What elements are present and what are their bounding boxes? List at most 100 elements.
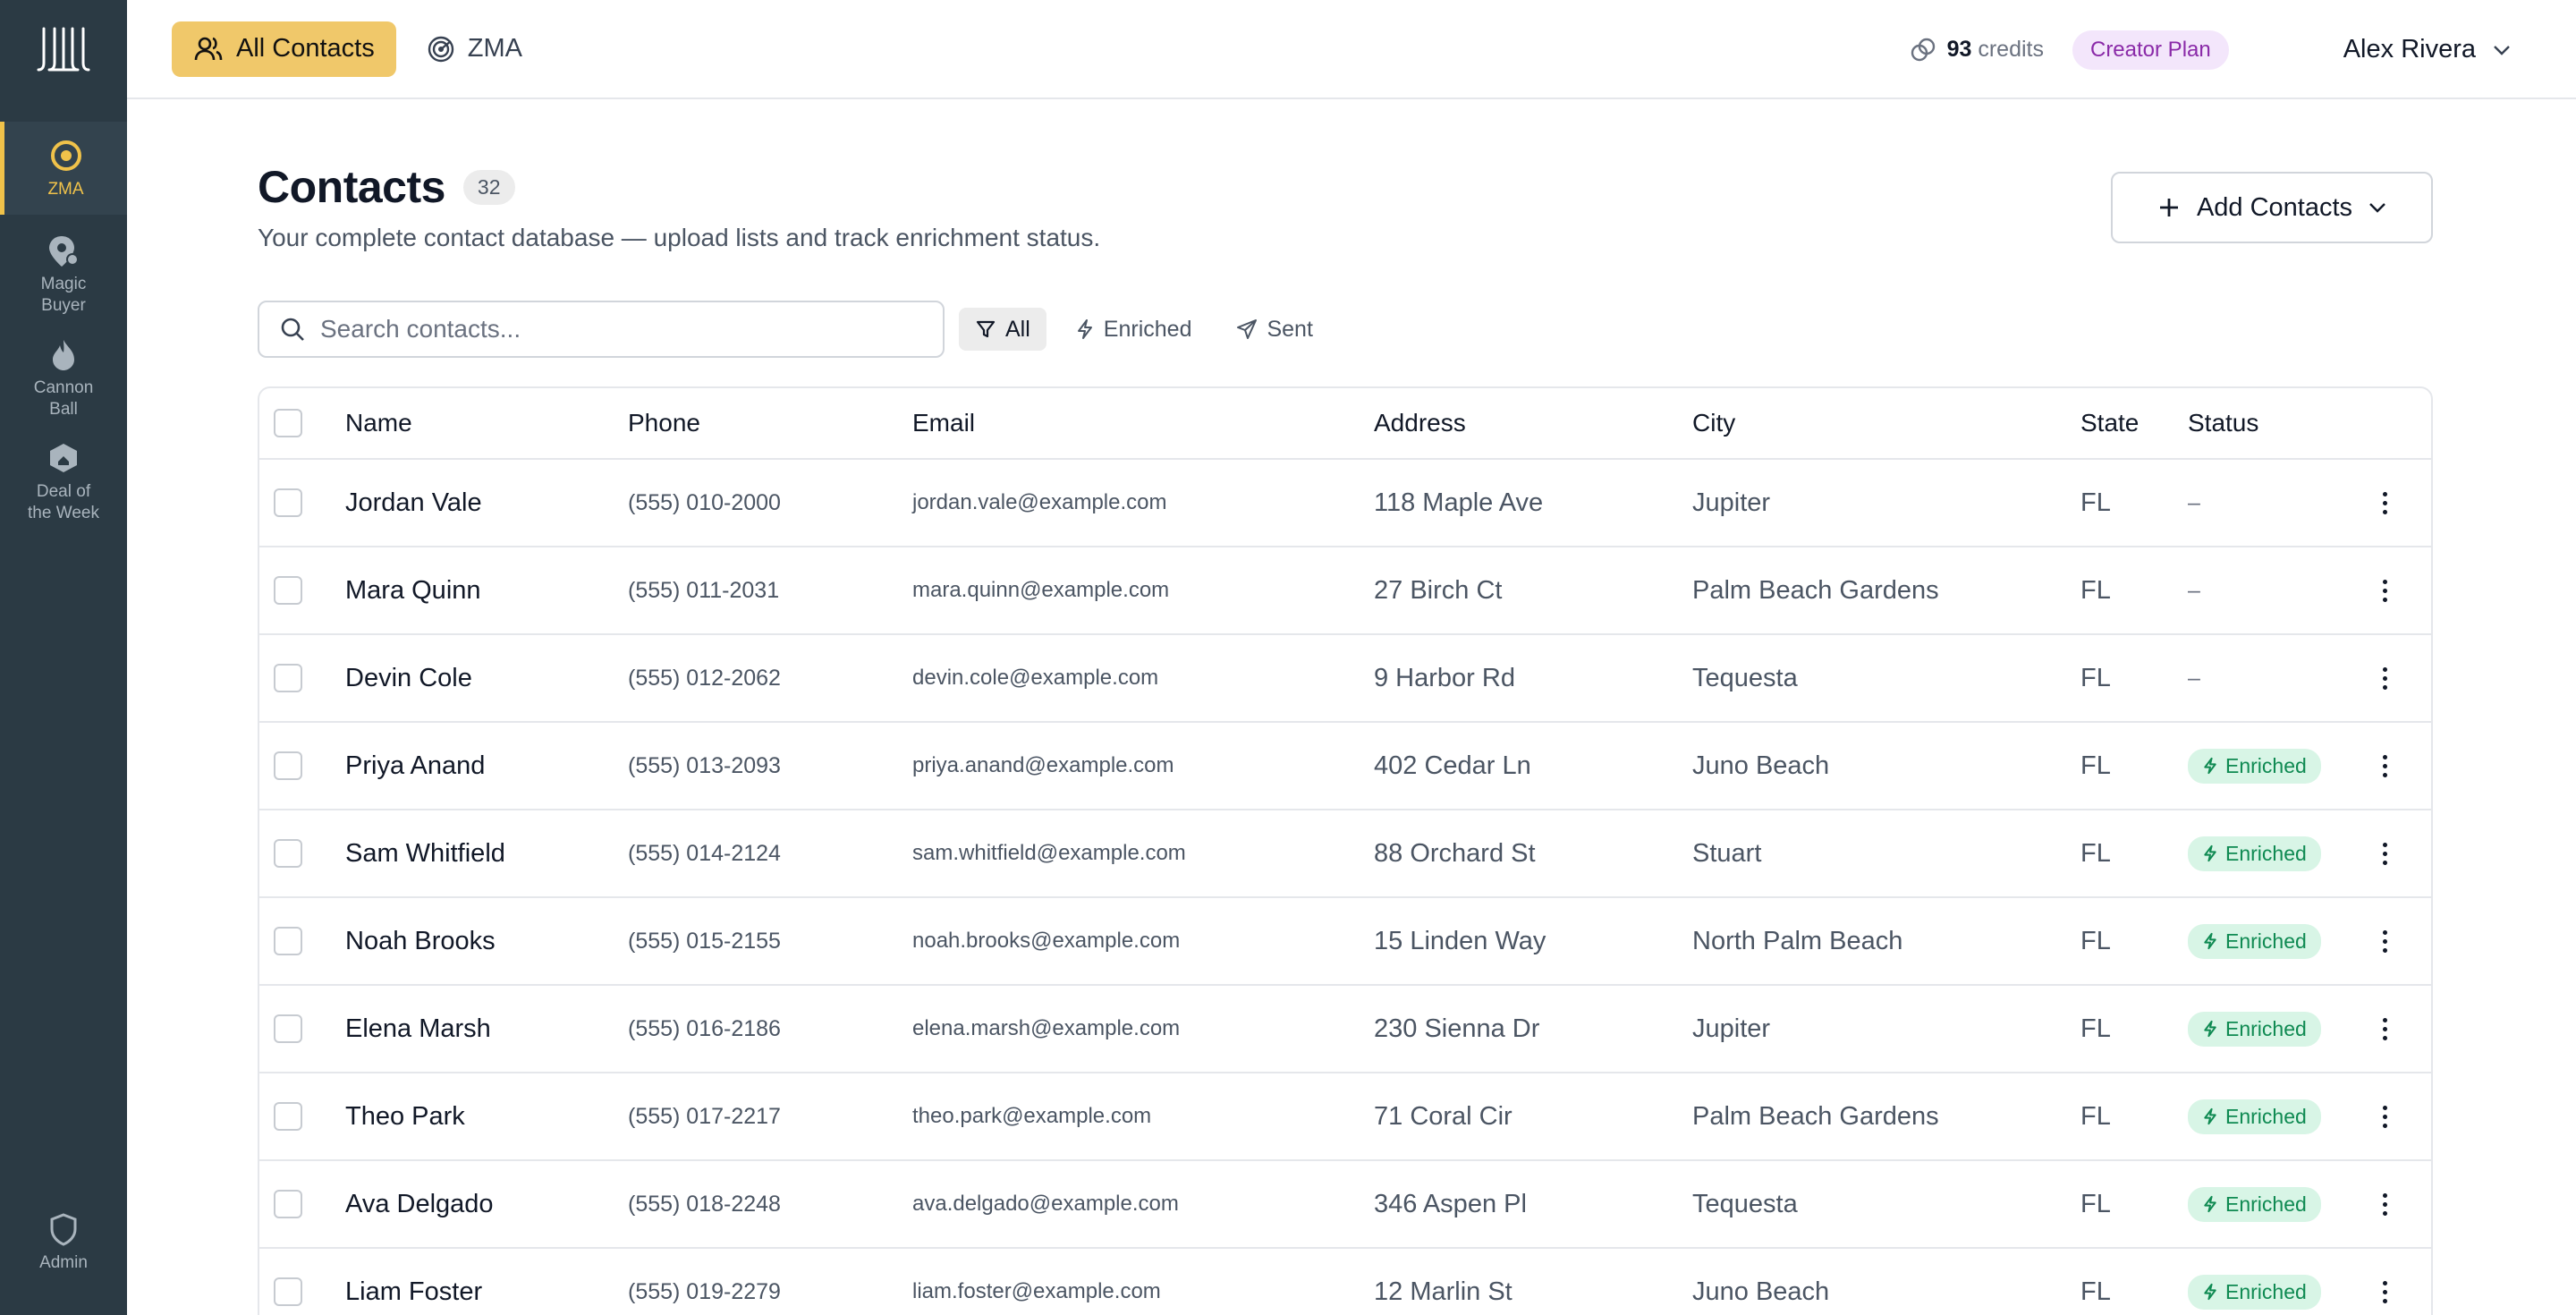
contact-address: 71 Coral Cir — [1374, 1101, 1513, 1131]
column-header-state[interactable]: State — [2080, 388, 2139, 458]
contact-status: Enriched — [2188, 1249, 2321, 1315]
table-row[interactable]: Noah Brooks (555) 015-2155 noah.brooks@e… — [259, 898, 2431, 986]
contact-status: Enriched — [2188, 723, 2321, 809]
row-checkbox[interactable] — [274, 1190, 302, 1218]
contact-status: – — [2188, 577, 2200, 603]
app-logo[interactable] — [0, 0, 127, 100]
column-header-city[interactable]: City — [1692, 388, 1735, 458]
row-actions-menu[interactable] — [2372, 1073, 2397, 1159]
contact-status: Enriched — [2188, 898, 2321, 984]
row-checkbox[interactable] — [274, 1277, 302, 1306]
row-select-cell — [274, 1161, 302, 1247]
row-checkbox[interactable] — [274, 1014, 302, 1043]
contact-address: 230 Sienna Dr — [1374, 1014, 1540, 1043]
contact-state: FL — [2080, 838, 2111, 868]
send-icon — [1237, 319, 1258, 339]
column-header-address[interactable]: Address — [1374, 388, 1466, 458]
more-vertical-icon — [2372, 1192, 2397, 1216]
table-row[interactable]: Liam Foster (555) 019-2279 liam.foster@e… — [259, 1249, 2431, 1315]
more-vertical-icon — [2372, 666, 2397, 690]
sidebar-item-cannon-ball[interactable]: Cannon Ball — [0, 326, 127, 429]
filter-label: Enriched — [1103, 316, 1192, 342]
table-row[interactable]: Jordan Vale (555) 010-2000 jordan.vale@e… — [259, 460, 2431, 547]
sidebar-item-deal-of-the-week[interactable]: Deal of the Week — [0, 429, 127, 533]
sidebar-item-zma[interactable]: ZMA — [0, 122, 127, 215]
table-row[interactable]: Priya Anand (555) 013-2093 priya.anand@e… — [259, 723, 2431, 810]
enriched-badge: Enriched — [2188, 836, 2321, 871]
row-actions-menu[interactable] — [2372, 460, 2397, 546]
row-checkbox[interactable] — [274, 839, 302, 868]
column-header-status[interactable]: Status — [2188, 388, 2258, 458]
filter-sent[interactable]: Sent — [1220, 308, 1328, 351]
sidebar-item-label: Magic Buyer — [40, 275, 87, 315]
row-checkbox[interactable] — [274, 664, 302, 692]
plus-icon — [2159, 199, 2178, 216]
row-actions-menu[interactable] — [2372, 723, 2397, 809]
add-contacts-button[interactable]: Add Contacts — [2111, 172, 2433, 243]
credits-value: 93 — [1946, 37, 1972, 62]
sidebar-item-admin[interactable]: Admin — [0, 1200, 127, 1283]
status-label: Enriched — [2225, 841, 2307, 865]
sidebar-item-magic-buyer[interactable]: Magic Buyer — [0, 222, 127, 326]
table-row[interactable]: Theo Park (555) 017-2217 theo.park@examp… — [259, 1073, 2431, 1161]
user-menu[interactable]: Alex Rivera — [2343, 35, 2512, 64]
filter-all[interactable]: All — [959, 308, 1046, 351]
contact-name: Jordan Vale — [345, 488, 482, 517]
more-vertical-icon — [2372, 1017, 2397, 1040]
contact-state: FL — [2080, 926, 2111, 955]
page-subtitle: Your complete contact database — upload … — [258, 224, 1101, 251]
contact-email: liam.foster@example.com — [912, 1279, 1161, 1303]
row-select-cell — [274, 635, 302, 721]
contact-email: devin.cole@example.com — [912, 666, 1159, 690]
credits-label: credits — [1978, 37, 2044, 62]
status-filters: All Enriched Sent — [959, 308, 1329, 351]
contact-phone: (555) 010-2000 — [628, 489, 781, 515]
search-input[interactable] — [320, 315, 911, 344]
search-box[interactable] — [258, 301, 945, 358]
table-row[interactable]: Elena Marsh (555) 016-2186 elena.marsh@e… — [259, 986, 2431, 1073]
contact-name: Mara Quinn — [345, 575, 481, 605]
row-checkbox[interactable] — [274, 488, 302, 517]
table-row[interactable]: Devin Cole (555) 012-2062 devin.cole@exa… — [259, 635, 2431, 723]
contact-address: 88 Orchard St — [1374, 838, 1536, 868]
row-actions-menu[interactable] — [2372, 1161, 2397, 1247]
select-all-checkbox[interactable] — [274, 409, 302, 437]
row-checkbox[interactable] — [274, 751, 302, 780]
column-header-name[interactable]: Name — [345, 388, 412, 458]
table-row[interactable]: Ava Delgado (555) 018-2248 ava.delgado@e… — [259, 1161, 2431, 1249]
row-select-cell — [274, 460, 302, 546]
contact-city: Juno Beach — [1692, 1277, 1830, 1306]
sidebar-item-label: ZMA — [47, 180, 84, 199]
contact-status: Enriched — [2188, 986, 2321, 1072]
row-actions-menu[interactable] — [2372, 547, 2397, 633]
contact-address: 27 Birch Ct — [1374, 575, 1503, 605]
row-checkbox[interactable] — [274, 927, 302, 955]
row-actions-menu[interactable] — [2372, 986, 2397, 1072]
row-actions-menu[interactable] — [2372, 898, 2397, 984]
column-header-phone[interactable]: Phone — [628, 388, 700, 458]
row-actions-menu[interactable] — [2372, 635, 2397, 721]
column-header-email[interactable]: Email — [912, 388, 975, 458]
contact-name: Sam Whitfield — [345, 838, 505, 868]
contact-phone: (555) 017-2217 — [628, 1103, 781, 1129]
more-vertical-icon — [2372, 579, 2397, 602]
filter-enriched[interactable]: Enriched — [1059, 308, 1208, 351]
row-checkbox[interactable] — [274, 1102, 302, 1131]
sidebar: ZMA Magic Buyer Cannon Ball Deal of the … — [0, 0, 127, 1315]
row-actions-menu[interactable] — [2372, 810, 2397, 896]
tab-zma[interactable]: ZMA — [405, 21, 544, 77]
credits-indicator: 93 credits — [1910, 37, 2044, 64]
contact-city: Jupiter — [1692, 1014, 1771, 1043]
target-icon — [50, 140, 81, 171]
row-actions-menu[interactable] — [2372, 1249, 2397, 1315]
contact-state: FL — [2080, 751, 2111, 780]
row-select-cell — [274, 723, 302, 809]
status-label: Enriched — [2225, 1192, 2307, 1216]
contact-address: 15 Linden Way — [1374, 926, 1546, 955]
contact-state: FL — [2080, 663, 2111, 692]
table-row[interactable]: Mara Quinn (555) 011-2031 mara.quinn@exa… — [259, 547, 2431, 635]
row-select-cell — [274, 547, 302, 633]
tab-all-contacts[interactable]: All Contacts — [172, 21, 396, 77]
table-row[interactable]: Sam Whitfield (555) 014-2124 sam.whitfie… — [259, 810, 2431, 898]
row-checkbox[interactable] — [274, 576, 302, 605]
